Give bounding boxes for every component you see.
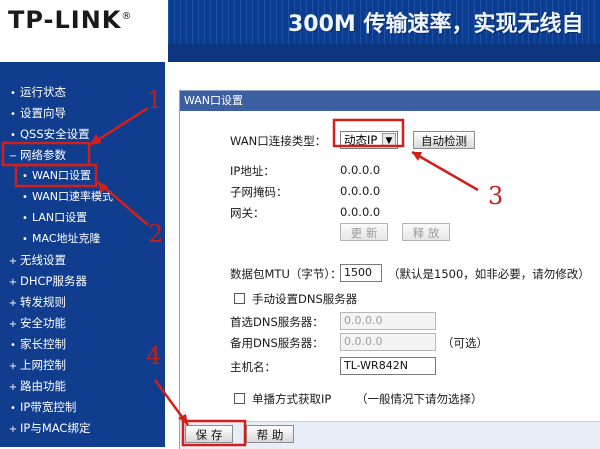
- sidebar-item-wireless[interactable]: + 无线设置: [6, 250, 66, 270]
- step-number-3: 3: [488, 182, 504, 210]
- slogan: 300M 传输速率，实现无线自: [288, 12, 584, 37]
- mask-value: 0.0.0.0: [340, 184, 381, 198]
- gateway-label: 网关：: [230, 206, 265, 220]
- sidebar-item-qss[interactable]: • QSS安全设置: [6, 124, 90, 144]
- sidebar-item-status[interactable]: • 运行状态: [6, 82, 66, 102]
- wan-type-value: 动态IP: [344, 133, 378, 147]
- save-button[interactable]: 保 存: [185, 425, 233, 443]
- sidebar-item-forwarding[interactable]: + 转发规则: [6, 292, 66, 312]
- unicast-hint: （一般情况下请勿选择）: [356, 392, 483, 406]
- auto-detect-button[interactable]: 自动检测: [413, 131, 475, 149]
- header-strip: [168, 44, 600, 62]
- dns-manual-checkbox[interactable]: [234, 293, 245, 304]
- mtu-hint: （默认是1500，如非必要，请勿修改）: [388, 267, 590, 281]
- sidebar-item-bandwidth[interactable]: • IP带宽控制: [6, 397, 76, 417]
- sidebar-item-network[interactable]: − 网络参数: [6, 145, 66, 165]
- sidebar-item-routing[interactable]: + 路由功能: [6, 376, 66, 396]
- ip-label: IP地址：: [230, 164, 275, 178]
- optional-hint: （可选）: [442, 336, 488, 350]
- dns-manual-label: 手动设置DNS服务器: [252, 292, 358, 306]
- sidebar-item-wizard[interactable]: • 设置向导: [6, 103, 66, 123]
- mtu-input[interactable]: 1500: [340, 264, 382, 282]
- chevron-down-icon: ▼: [382, 133, 396, 147]
- panel-title: WAN口设置: [180, 91, 600, 111]
- step-number-1: 1: [147, 86, 163, 114]
- help-button[interactable]: 帮 助: [246, 425, 294, 443]
- sidebar-item-access-control[interactable]: + 上网控制: [6, 355, 66, 375]
- sidebar-item-wan[interactable]: • WAN口设置: [18, 166, 91, 186]
- sidebar-item-dhcp[interactable]: + DHCP服务器: [6, 271, 87, 291]
- content-area: WAN口设置 WAN口连接类型： 动态IP ▼ 自动检测 IP地址： 0.0.0…: [165, 62, 600, 449]
- dns1-input[interactable]: 0.0.0.0: [340, 312, 436, 330]
- ip-value: 0.0.0.0: [340, 163, 381, 177]
- wan-type-label: WAN口连接类型：: [230, 134, 327, 148]
- sidebar: • 运行状态 • 设置向导 • QSS安全设置 − 网络参数 • WAN口设置 • WAN口…: [0, 62, 165, 447]
- step-number-4: 4: [146, 342, 162, 370]
- release-button[interactable]: 释 放: [402, 223, 450, 241]
- sidebar-item-parental[interactable]: • 家长控制: [6, 334, 66, 354]
- unicast-label: 单播方式获取IP: [252, 392, 332, 406]
- hostname-label: 主机名：: [230, 360, 276, 374]
- sidebar-item-ip-mac-binding[interactable]: + IP与MAC绑定: [6, 418, 91, 438]
- unicast-checkbox[interactable]: [234, 393, 245, 404]
- dns2-label: 备用DNS服务器：: [230, 336, 324, 350]
- mask-label: 子网掩码：: [230, 185, 288, 199]
- sidebar-item-lan[interactable]: • LAN口设置: [18, 208, 87, 228]
- logo: TP-LINK®: [0, 0, 168, 62]
- hostname-input[interactable]: TL-WR842N: [340, 357, 436, 375]
- wan-type-select[interactable]: 动态IP ▼: [340, 131, 398, 149]
- header: TP-LINK® 300M 传输速率，实现无线自: [0, 0, 600, 62]
- sidebar-item-security[interactable]: + 安全功能: [6, 313, 66, 333]
- step-number-2: 2: [148, 220, 164, 248]
- banner: 300M 传输速率，实现无线自: [168, 0, 600, 44]
- button-bar: [180, 421, 600, 449]
- gateway-value: 0.0.0.0: [340, 205, 381, 219]
- mtu-label: 数据包MTU（字节）：: [230, 267, 342, 281]
- sidebar-item-mac-clone[interactable]: • MAC地址克隆: [18, 229, 100, 249]
- dns2-input[interactable]: 0.0.0.0: [340, 333, 436, 351]
- renew-button[interactable]: 更 新: [340, 223, 388, 241]
- wan-settings-panel: WAN口设置 WAN口连接类型： 动态IP ▼ 自动检测 IP地址： 0.0.0…: [179, 90, 600, 449]
- sidebar-item-wan-speed[interactable]: • WAN口速率模式: [18, 187, 113, 207]
- logo-text: TP-LINK®: [8, 6, 133, 34]
- dns1-label: 首选DNS服务器：: [230, 315, 324, 329]
